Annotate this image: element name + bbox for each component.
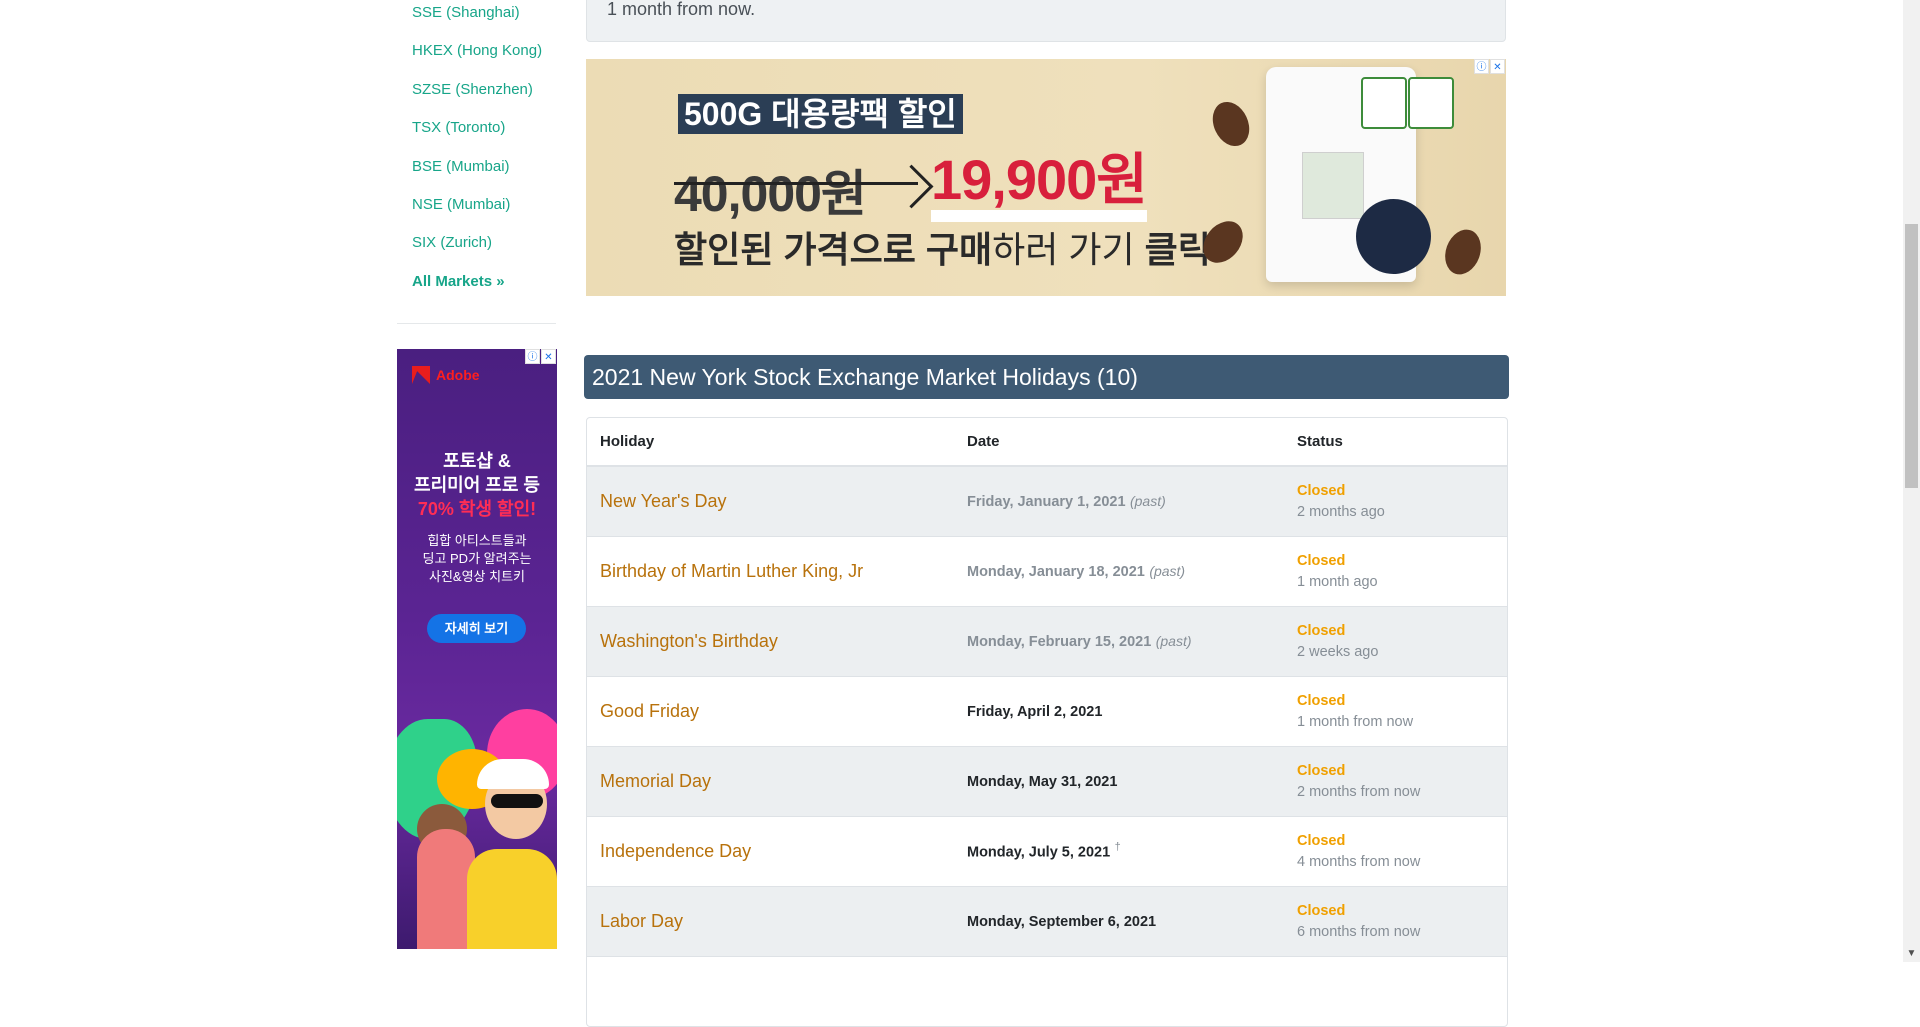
ad-subtext-light: 하러 가기 — [992, 229, 1145, 270]
ad-headline-line-2: 프리미어 프로 등 — [414, 475, 540, 495]
holidays-section-title: 2021 New York Stock Exchange Market Holi… — [584, 355, 1509, 399]
ad-info-icon[interactable]: ⓘ — [525, 349, 540, 364]
arrow-right-icon — [889, 164, 934, 209]
ad-subtext-click: 클릭 — [1144, 229, 1211, 270]
table-row: Washington's Birthday Monday, February 1… — [587, 606, 1507, 677]
ad-cta-button[interactable]: 자세히 보기 — [427, 614, 526, 643]
ad-close-icon[interactable]: ✕ — [541, 349, 556, 364]
ad-strike-line — [674, 182, 918, 185]
relative-time: 4 months from now — [1297, 853, 1421, 870]
sidebar-ad-badges: ⓘ ✕ — [525, 349, 556, 364]
holiday-date: Monday, September 6, 2021 — [967, 913, 1157, 930]
status-badge: Closed — [1297, 622, 1346, 639]
sidebar-link-tsx[interactable]: TSX (Toronto) — [397, 114, 556, 152]
sidebar-link-szse[interactable]: SZSE (Shenzhen) — [397, 76, 556, 114]
ad-new-price: 19,900원 — [931, 150, 1148, 222]
ad-close-icon[interactable]: ✕ — [1490, 59, 1505, 74]
holiday-link[interactable]: Memorial Day — [600, 771, 711, 791]
coffee-bean-image — [1205, 95, 1257, 153]
column-header-date[interactable]: Date — [954, 418, 1284, 467]
table-row: Independence Day Monday, July 5, 2021 † … — [587, 816, 1507, 887]
past-note: (past) — [1149, 562, 1186, 579]
holiday-link[interactable]: Independence Day — [600, 841, 751, 861]
holiday-link[interactable]: New Year's Day — [600, 491, 727, 511]
ad-subtext-bold: 할인된 가격으로 구매 — [674, 229, 993, 270]
holiday-date: Monday, May 31, 2021 — [967, 773, 1118, 790]
column-header-status[interactable]: Status — [1284, 418, 1507, 467]
ad-brand: Adobe — [436, 367, 480, 383]
previous-section-box: 1 month from now. — [586, 0, 1506, 42]
status-badge: Closed — [1297, 832, 1346, 849]
holiday-date: Monday, July 5, 2021 — [967, 844, 1111, 861]
ad-body: 힙합 아티스트들과 딩고 PD가 알려주는 사진&영상 치트키 — [397, 532, 557, 586]
status-badge: Closed — [1297, 692, 1346, 709]
past-note: (past) — [1155, 632, 1192, 649]
ad-body-line-1: 힙합 아티스트들과 — [427, 533, 527, 548]
holiday-link[interactable]: Birthday of Martin Luther King, Jr — [600, 561, 863, 581]
adobe-logo-icon — [412, 366, 430, 384]
page-scrollbar[interactable]: ▼ — [1903, 0, 1920, 962]
certification-seal-icon — [1408, 77, 1454, 129]
table-row: Memorial Day Monday, May 31, 2021 Closed… — [587, 746, 1507, 817]
table-row — [587, 956, 1507, 1026]
coffee-bean-image — [1439, 224, 1487, 280]
relative-time: 2 weeks ago — [1297, 643, 1379, 660]
relative-time: 2 months from now — [1297, 783, 1421, 800]
holiday-date: Monday, January 18, 2021 — [967, 563, 1145, 580]
ad-headline: 포토샵 & 프리미어 프로 등 70% 학생 할인! — [397, 449, 557, 521]
certification-seal-icon — [1361, 77, 1407, 129]
relative-time: 6 months from now — [1297, 923, 1421, 940]
table-row: Birthday of Martin Luther King, Jr Monda… — [587, 536, 1507, 607]
holiday-date: Monday, February 15, 2021 — [967, 633, 1152, 650]
relative-time: 2 months ago — [1297, 503, 1385, 520]
table-header-row: Holiday Date Status — [587, 418, 1507, 467]
ad-illustration — [477, 759, 549, 789]
status-badge: Closed — [1297, 762, 1346, 779]
sidebar-advertisement[interactable]: Adobe 포토샵 & 프리미어 프로 등 70% 학생 할인! 힙합 아티스트… — [397, 349, 557, 949]
holiday-date: Friday, January 1, 2021 — [967, 493, 1126, 510]
top-advertisement[interactable]: 500G 대용량팩 할인 40,000원 19,900원 할인된 가격으로 구매… — [586, 59, 1506, 296]
holiday-link[interactable]: Good Friday — [600, 701, 699, 721]
past-note: (past) — [1129, 492, 1166, 509]
relative-time: 1 month ago — [1297, 573, 1378, 590]
scrollbar-thumb[interactable] — [1905, 224, 1918, 488]
footnote-dagger[interactable]: † — [1115, 841, 1121, 853]
ad-illustration — [467, 849, 557, 949]
ad-headline-line-3: 70% 학생 할인! — [417, 499, 537, 519]
holiday-link[interactable]: Washington's Birthday — [600, 631, 778, 651]
table-row: Good Friday Friday, April 2, 2021 Closed… — [587, 676, 1507, 747]
ad-illustration — [491, 794, 543, 808]
status-badge: Closed — [1297, 482, 1346, 499]
ad-subtext: 할인된 가격으로 구매하러 가기 클릭! — [674, 221, 1221, 273]
holidays-table: Holiday Date Status New Year's Day Frida… — [586, 417, 1508, 1027]
ad-tag: 500G 대용량팩 할인 — [678, 94, 963, 134]
sidebar-link-bse[interactable]: BSE (Mumbai) — [397, 153, 556, 191]
sidebar-market-list: SSE (Shanghai) HKEX (Hong Kong) SZSE (Sh… — [397, 0, 556, 306]
adobe-logo: Adobe — [412, 366, 480, 384]
table-row: Labor Day Monday, September 6, 2021 Clos… — [587, 886, 1507, 957]
holiday-date: Friday, April 2, 2021 — [967, 703, 1103, 720]
holiday-link[interactable]: Labor Day — [600, 911, 683, 931]
coffee-cup-image — [1356, 199, 1431, 274]
status-badge: Closed — [1297, 552, 1346, 569]
top-ad-badges: ⓘ ✕ — [1474, 59, 1505, 74]
sidebar-link-nse[interactable]: NSE (Mumbai) — [397, 191, 556, 229]
ad-headline-line-1: 포토샵 & — [443, 451, 511, 471]
table-row: New Year's Day Friday, January 1, 2021 (… — [587, 465, 1507, 537]
ad-body-line-3: 사진&영상 치트키 — [428, 569, 525, 584]
sidebar-divider — [397, 323, 556, 324]
scroll-down-arrow-icon[interactable]: ▼ — [1903, 945, 1920, 962]
column-header-holiday[interactable]: Holiday — [587, 418, 954, 467]
sidebar-link-sse[interactable]: SSE (Shanghai) — [397, 0, 556, 37]
status-badge: Closed — [1297, 902, 1346, 919]
coffee-bag-label — [1302, 152, 1364, 219]
ad-info-icon[interactable]: ⓘ — [1474, 59, 1489, 74]
sidebar-link-six[interactable]: SIX (Zurich) — [397, 229, 556, 267]
ad-old-price: 40,000원 — [674, 166, 867, 222]
ad-body-line-2: 딩고 PD가 알려주는 — [422, 551, 532, 566]
sidebar-link-hkex[interactable]: HKEX (Hong Kong) — [397, 37, 556, 75]
relative-time: 1 month from now — [1297, 713, 1414, 730]
all-markets-link[interactable]: All Markets » — [397, 268, 556, 306]
previous-section-text: 1 month from now. — [607, 0, 756, 19]
